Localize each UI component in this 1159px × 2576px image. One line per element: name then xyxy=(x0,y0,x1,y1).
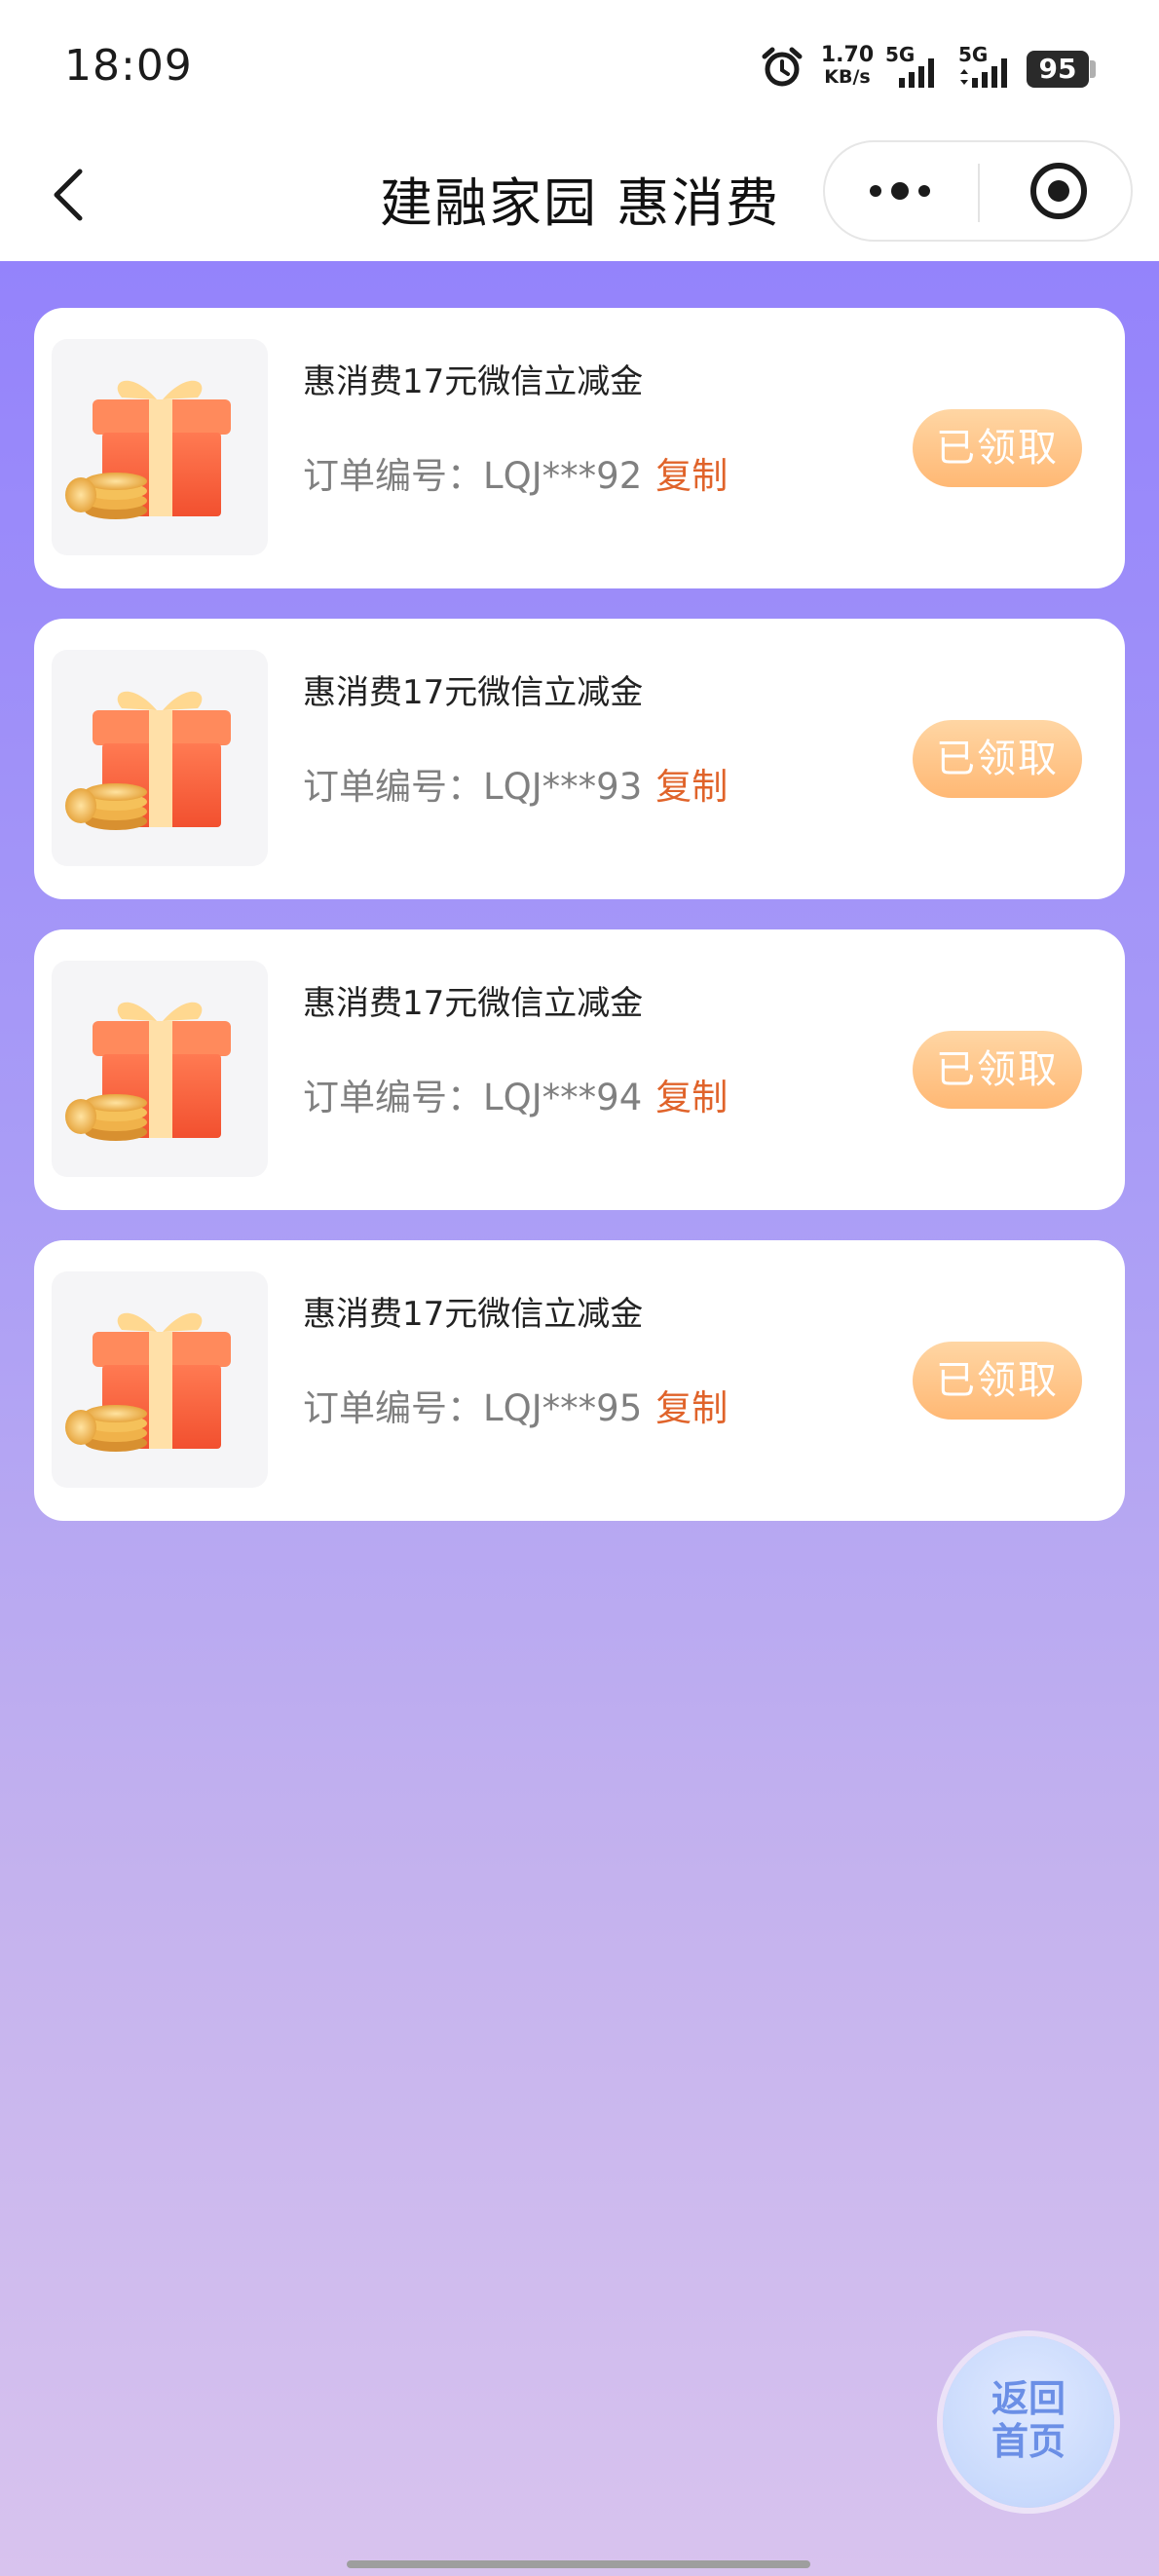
network-speed-unit: KB/s xyxy=(824,66,871,88)
home-button-line2: 首页 xyxy=(991,2420,1066,2463)
mini-program-capsule xyxy=(823,140,1133,242)
order-number: LQJ***92 xyxy=(483,455,643,497)
gift-thumbnail xyxy=(52,339,268,555)
order-number-row: 订单编号：LQJ***92 复制 xyxy=(303,446,728,499)
more-dots-icon xyxy=(870,185,881,197)
home-button-line1: 返回 xyxy=(991,2377,1066,2420)
gift-thumbnail xyxy=(52,961,268,1177)
claimed-button[interactable]: 已领取 xyxy=(913,409,1082,487)
signal-2-label: 5G xyxy=(958,43,989,66)
coupon-title: 惠消费17元微信立减金 xyxy=(303,1295,644,1334)
page-title: 建融家园 惠消费 xyxy=(380,172,781,234)
order-number-label: 订单编号： xyxy=(303,766,483,808)
gift-box-icon xyxy=(65,1312,231,1452)
order-number: LQJ***93 xyxy=(483,766,643,808)
back-button[interactable] xyxy=(35,156,113,234)
coupon-title: 惠消费17元微信立减金 xyxy=(303,362,644,401)
chevron-left-icon xyxy=(54,169,83,221)
signal-1: 5G xyxy=(881,43,952,92)
copy-button[interactable]: 复制 xyxy=(655,1077,728,1118)
order-number-row: 订单编号：LQJ***95 复制 xyxy=(303,1379,728,1431)
claimed-button[interactable]: 已领取 xyxy=(913,720,1082,798)
coupon-title: 惠消费17元微信立减金 xyxy=(303,673,644,712)
nav-bar: 建融家园 惠消费 xyxy=(0,136,1159,261)
coupon-card: 惠消费17元微信立减金 订单编号：LQJ***93 复制 已领取 xyxy=(34,619,1125,899)
coupon-card: 惠消费17元微信立减金 订单编号：LQJ***95 复制 已领取 xyxy=(34,1240,1125,1521)
coupon-card: 惠消费17元微信立减金 订单编号：LQJ***92 复制 已领取 xyxy=(34,308,1125,588)
back-to-home-button[interactable]: 返回 首页 xyxy=(943,2336,1114,2508)
more-button[interactable] xyxy=(827,144,973,238)
gift-box-icon xyxy=(65,380,231,519)
copy-button[interactable]: 复制 xyxy=(655,1387,728,1429)
order-number-row: 订单编号：LQJ***93 复制 xyxy=(303,757,728,810)
status-time: 18:09 xyxy=(64,41,193,91)
order-number-label: 订单编号： xyxy=(303,1387,483,1429)
signal-2: 5G xyxy=(954,43,1025,92)
copy-button[interactable]: 复制 xyxy=(655,766,728,808)
signal-1-label: 5G xyxy=(885,43,916,66)
claimed-button[interactable]: 已领取 xyxy=(913,1342,1082,1420)
status-bar: 18:09 1.70 KB/s 5G 5G 95 xyxy=(0,0,1159,136)
gift-thumbnail xyxy=(52,650,268,866)
coupon-card: 惠消费17元微信立减金 订单编号：LQJ***94 复制 已领取 xyxy=(34,929,1125,1210)
order-number-label: 订单编号： xyxy=(303,455,483,497)
main-content: 惠消费17元微信立减金 订单编号：LQJ***92 复制 已领取 惠消费17元微… xyxy=(0,261,1159,2576)
gift-box-icon xyxy=(65,691,231,830)
network-speed: 1.70 KB/s xyxy=(818,43,877,89)
order-number: LQJ***94 xyxy=(483,1077,643,1118)
home-indicator[interactable] xyxy=(347,2560,810,2568)
gift-thumbnail xyxy=(52,1271,268,1488)
order-number-label: 订单编号： xyxy=(303,1077,483,1118)
claimed-button[interactable]: 已领取 xyxy=(913,1031,1082,1109)
order-number-row: 订单编号：LQJ***94 复制 xyxy=(303,1068,728,1120)
coupon-title: 惠消费17元微信立减金 xyxy=(303,984,644,1023)
close-mini-program-button[interactable] xyxy=(983,144,1129,238)
copy-button[interactable]: 复制 xyxy=(655,455,728,497)
alarm-clock-icon xyxy=(762,47,803,87)
battery-indicator: 95 xyxy=(1027,51,1089,88)
order-number: LQJ***95 xyxy=(483,1387,643,1429)
network-speed-value: 1.70 xyxy=(820,43,875,67)
capsule-divider xyxy=(978,164,980,222)
battery-tip xyxy=(1090,60,1096,78)
gift-box-icon xyxy=(65,1002,231,1141)
